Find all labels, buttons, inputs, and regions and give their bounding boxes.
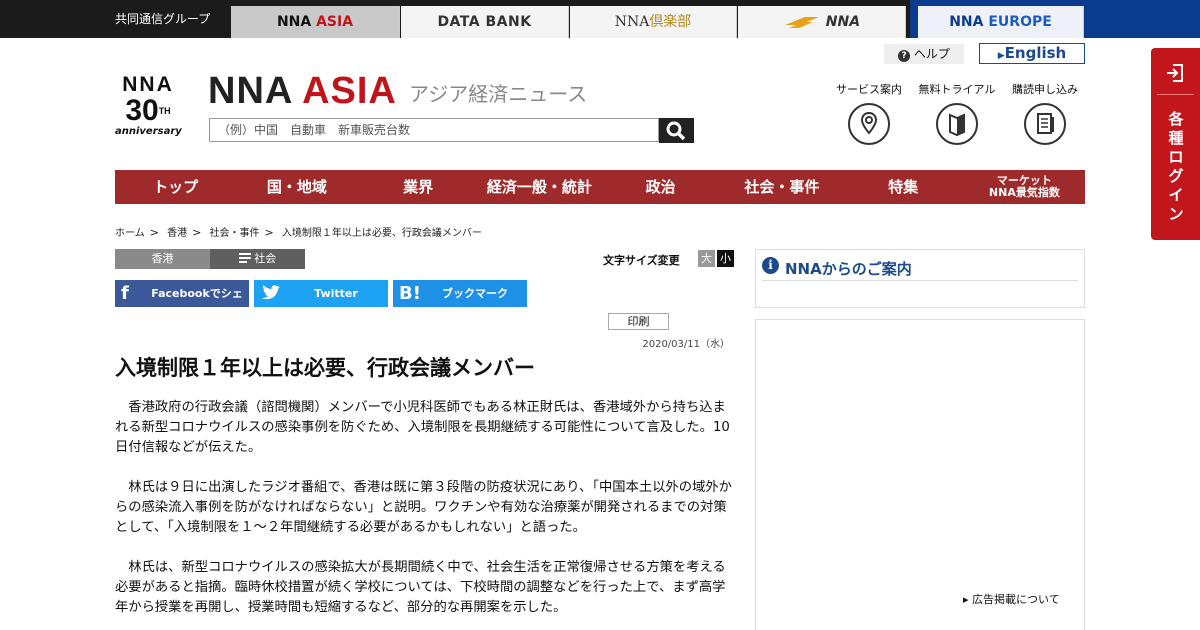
group-top-bar: 共同通信グループ NNA ASIA DATA BANK NNA倶楽部 NNA N… — [0, 0, 1200, 38]
document-icon — [1024, 103, 1066, 145]
nav-economy[interactable]: 経済一般・統計 — [479, 170, 600, 204]
tab-nna-club[interactable]: NNA倶楽部 — [570, 6, 737, 38]
nav-society[interactable]: 社会・事件 — [721, 170, 842, 204]
print-button[interactable]: 印刷 — [608, 313, 669, 330]
nna-wings-icon — [784, 17, 819, 28]
nav-region[interactable]: 国・地域 — [236, 170, 357, 204]
english-button[interactable]: ▶English — [979, 43, 1085, 64]
tagline: アジア経済ニュース — [409, 82, 588, 106]
group-label: 共同通信グループ — [115, 12, 211, 26]
nav-top[interactable]: トップ — [115, 170, 236, 204]
info-icon: i — [762, 257, 779, 274]
nna-asia-logo[interactable]: NNA ASIA — [208, 70, 397, 113]
login-icon — [1167, 64, 1183, 82]
search-button[interactable] — [659, 118, 694, 143]
article-date: 2020/03/11（水） — [642, 339, 730, 350]
nav-industry[interactable]: 業界 — [358, 170, 479, 204]
search-icon — [666, 121, 686, 141]
tab-nna-asia[interactable]: NNA ASIA — [231, 6, 400, 38]
font-size-large-button[interactable]: 大 — [698, 250, 715, 267]
category-bar: 香港 社会 — [115, 249, 305, 269]
facebook-icon: f — [121, 283, 129, 304]
font-size-small-button[interactable]: 小 — [717, 250, 734, 267]
breadcrumb: ホーム > 香港 > 社会・事件 > 入境制限１年以上は必要、行政会議メンバー — [115, 226, 482, 239]
category-tag[interactable]: 社会 — [210, 249, 305, 269]
login-tab[interactable]: 各種ログイン — [1151, 48, 1200, 240]
article-body: 香港政府の行政会議（諮問機関）メンバーで小児科医師でもある林正財氏は、香港域外か… — [115, 398, 735, 630]
article-paragraph: 林氏は、新型コロナウイルスの感染拡大が長期間続く中で、社会生活を正常復帰させる方… — [115, 560, 726, 615]
search-input[interactable]: （例）中国 自動車 新車販売台数 — [209, 118, 659, 142]
region-tag[interactable]: 香港 — [115, 249, 210, 269]
font-size-label: 文字サイズ変更 — [603, 254, 680, 267]
service-guide-link[interactable]: サービス案内 — [829, 81, 909, 145]
login-label: 各種ログイン — [1168, 110, 1184, 223]
question-icon: ? — [898, 50, 911, 62]
info-title: NNAからのご案内 — [785, 260, 912, 278]
article-title: 入境制限１年以上は必要、行政会議メンバー — [115, 356, 535, 380]
article-paragraph: 林氏は９日に出演したラジオ番組で、香港は既に第３段階の防疫状況にあり、「中国本土… — [115, 480, 732, 535]
breadcrumb-hongkong[interactable]: 香港 — [167, 228, 187, 239]
triangle-icon: ▶ — [997, 51, 1005, 61]
main-nav: トップ 国・地域 業界 経済一般・統計 政治 社会・事件 特集 マーケット NNA… — [115, 170, 1085, 204]
subscribe-link[interactable]: 購読申し込み — [1005, 81, 1085, 145]
facebook-share-button[interactable]: f Facebookでシェア — [115, 280, 249, 327]
hatena-bookmark-button[interactable]: B! ブックマーク — [393, 280, 527, 307]
tab-nna[interactable]: NNA — [738, 6, 906, 38]
nav-politics[interactable]: 政治 — [600, 170, 721, 204]
nav-features[interactable]: 特集 — [843, 170, 964, 204]
nna-info-box: i NNAからのご案内 — [755, 249, 1085, 308]
anniversary-logo[interactable]: NNA 30TH anniversary — [115, 74, 182, 150]
book-icon — [936, 103, 978, 145]
breadcrumb-society[interactable]: 社会・事件 — [210, 228, 260, 239]
map-pin-icon — [848, 103, 890, 145]
ad-area — [755, 319, 1085, 630]
help-button[interactable]: ? ヘルプ — [884, 44, 964, 64]
tab-data-bank[interactable]: DATA BANK — [401, 6, 569, 38]
list-icon — [238, 253, 251, 263]
ad-info-link[interactable]: ▸ 広告掲載について — [963, 591, 1060, 607]
twitter-share-button[interactable]: Twitter — [254, 280, 388, 307]
nav-market[interactable]: マーケット NNA景気指数 — [964, 170, 1085, 204]
twitter-icon — [262, 285, 280, 300]
tab-nna-europe[interactable]: NNA EUROPE — [918, 6, 1084, 38]
hatena-icon: B! — [399, 283, 421, 304]
breadcrumb-home[interactable]: ホーム — [115, 228, 145, 239]
free-trial-link[interactable]: 無料トライアル — [917, 81, 997, 145]
article-paragraph: 香港政府の行政会議（諮問機関）メンバーで小児科医師でもある林正財氏は、香港域外か… — [115, 400, 730, 455]
breadcrumb-current: 入境制限１年以上は必要、行政会議メンバー — [281, 228, 482, 239]
